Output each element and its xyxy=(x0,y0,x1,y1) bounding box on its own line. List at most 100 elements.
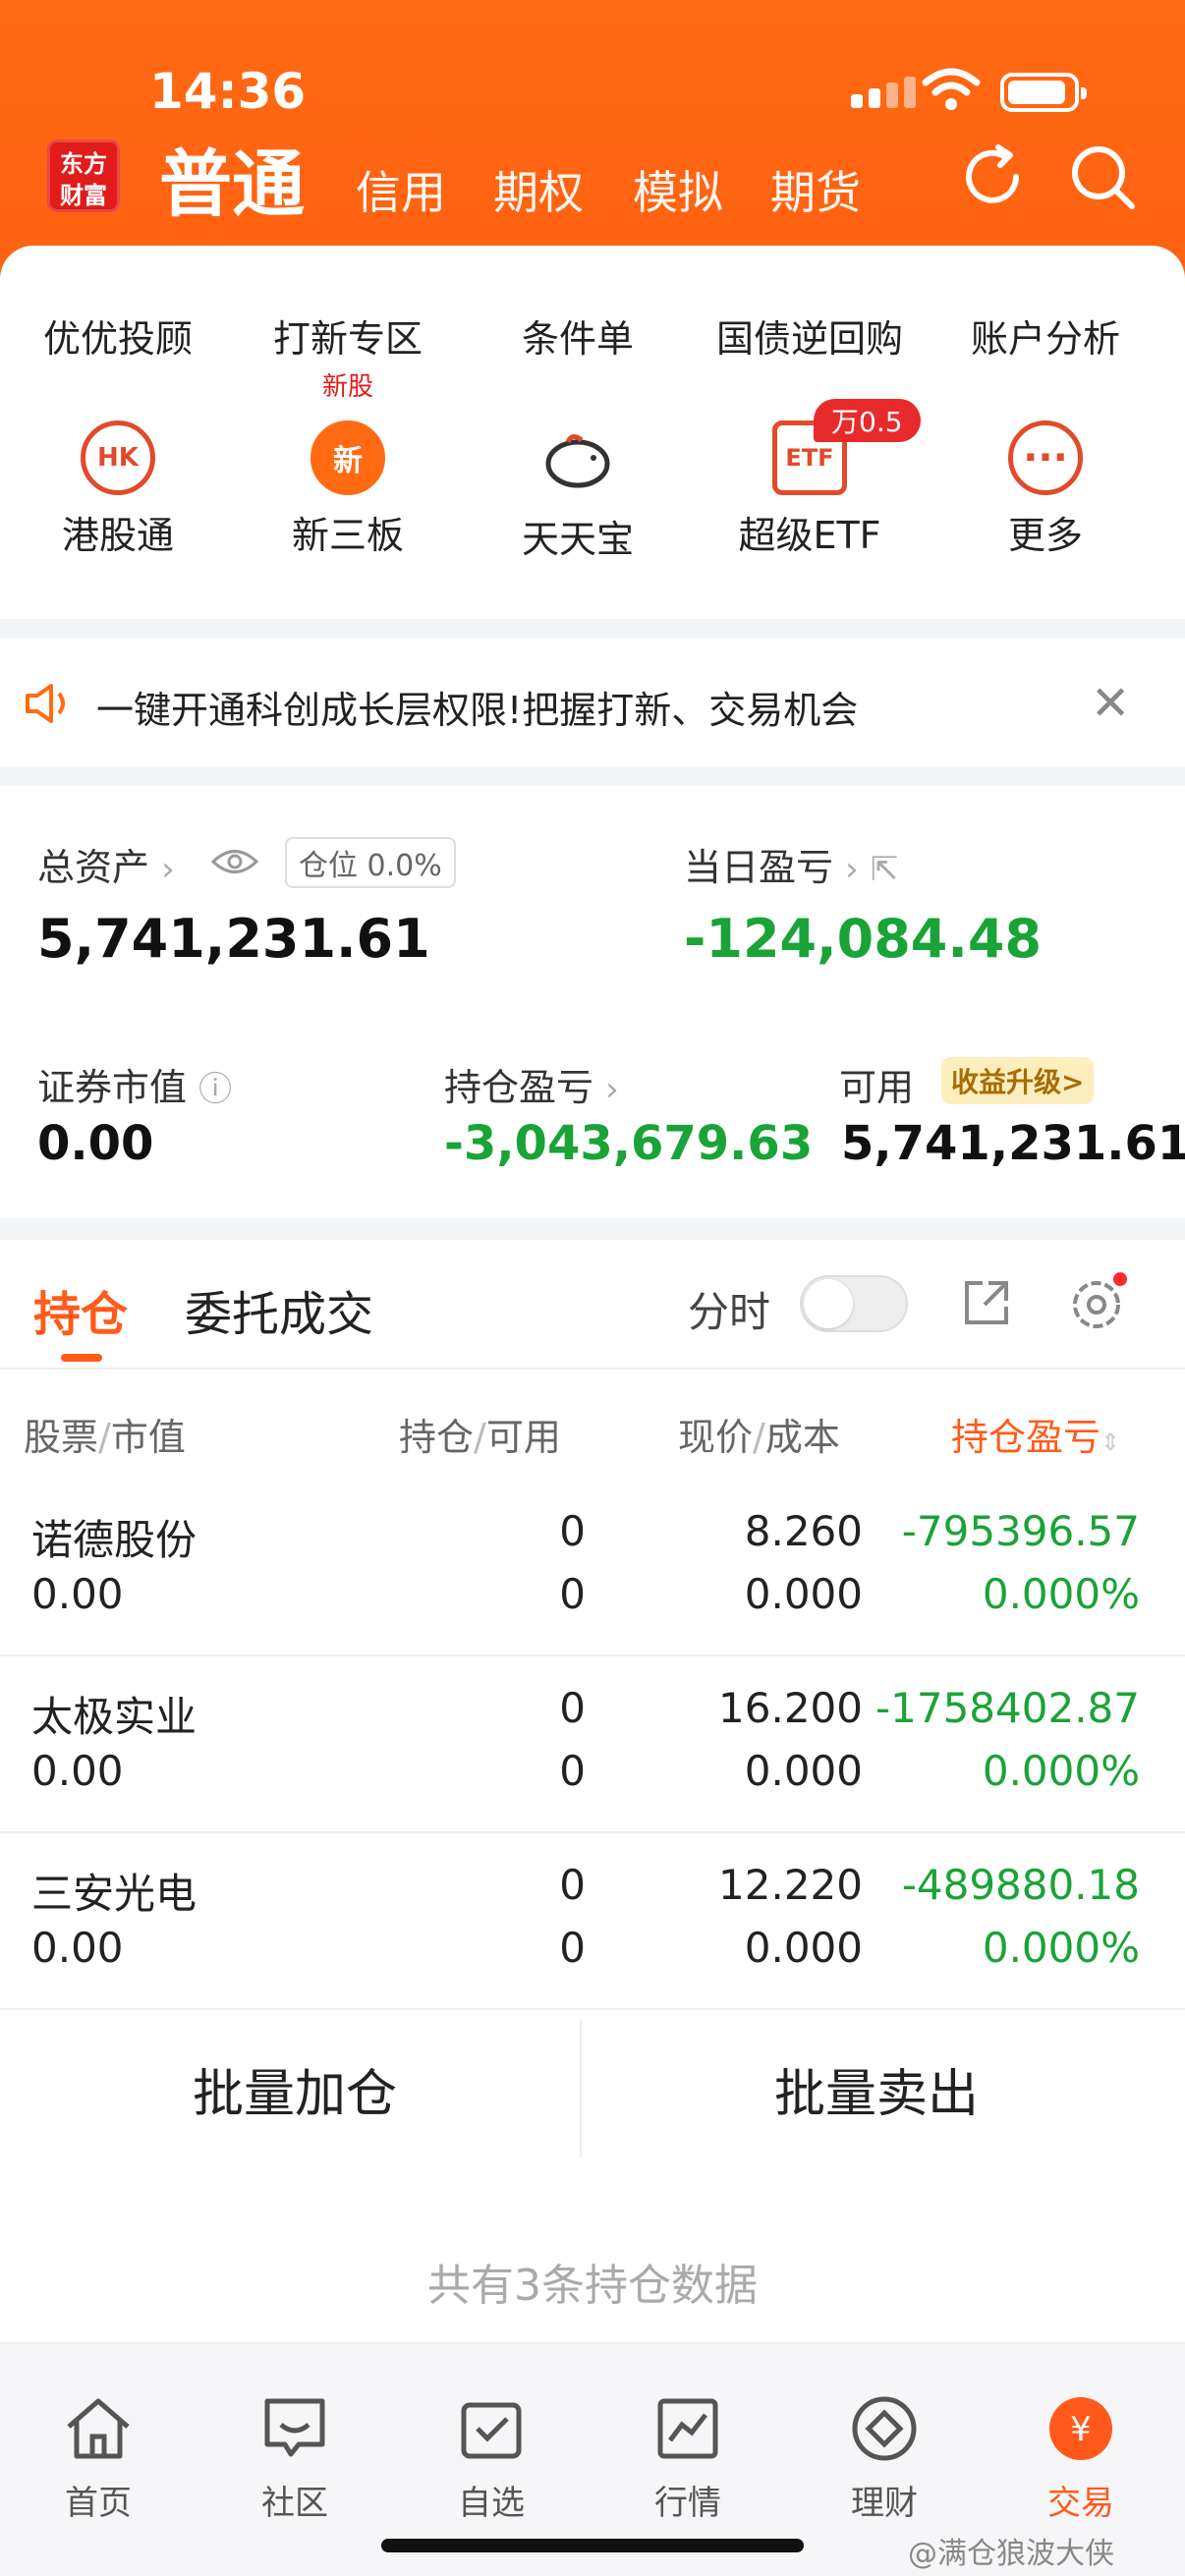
batch-add-button[interactable]: 批量加仓 xyxy=(0,2010,590,2167)
pl-pct-cell: 0.000% xyxy=(982,1570,1140,1618)
section-divider xyxy=(0,766,1185,786)
grid-label: 更多 xyxy=(1007,514,1083,557)
section-divider xyxy=(0,1218,1185,1240)
avail-cell: 0 xyxy=(559,1924,586,1972)
col-holding-header: 持仓/可用 xyxy=(399,1416,561,1459)
home-icon xyxy=(67,2398,130,2459)
hold-cell: 0 xyxy=(559,1507,586,1555)
cost-cell: 0.000 xyxy=(744,1924,863,1972)
total-assets-label[interactable]: 总资产 › xyxy=(37,837,175,891)
nav-home[interactable]: 首页 xyxy=(0,2393,197,2524)
tab-credit[interactable]: 信用 xyxy=(356,157,446,222)
nav-label: 社区 xyxy=(261,2484,328,2523)
piggy-bank-icon xyxy=(545,434,610,488)
chevron-right-icon: › xyxy=(605,1070,619,1109)
status-bar: 14:36 xyxy=(0,0,1185,138)
hold-cell: 0 xyxy=(559,1861,586,1909)
grid-item-reverse-repo[interactable]: 国债逆回购 xyxy=(692,299,928,363)
holding-pl-text: 持仓盈亏 xyxy=(444,1066,594,1109)
intraday-toggle-label: 分时 xyxy=(688,1288,771,1336)
grid-item-more[interactable]: ··· 更多 xyxy=(928,420,1163,559)
nav-trade[interactable]: ¥ 交易 xyxy=(983,2393,1179,2524)
refresh-icon[interactable] xyxy=(955,138,1034,216)
gear-icon[interactable] xyxy=(1065,1269,1130,1334)
wifi-icon xyxy=(922,68,981,110)
eye-icon[interactable] xyxy=(210,845,259,878)
wealth-icon xyxy=(852,2396,917,2461)
holding-pl-label[interactable]: 持仓盈亏 › xyxy=(444,1057,619,1111)
holding-pl-value: -3,043,679.63 xyxy=(444,1116,814,1171)
tab-orders[interactable]: 委托成交 xyxy=(185,1275,373,1344)
notice-bar[interactable]: 一键开通科创成长层权限!把握打新、交易机会 ✕ xyxy=(0,639,1185,766)
stock-name: 太极实业 xyxy=(31,1693,198,1741)
table-row[interactable]: 诺德股份 0.00 0 0 8.260 0.000 -795396.57 0.0… xyxy=(0,1480,1185,1656)
stock-name: 三安光电 xyxy=(31,1870,198,1918)
col-text: 成本 xyxy=(764,1416,840,1459)
nav-market[interactable]: 行情 xyxy=(590,2393,786,2524)
grid-item-neeq[interactable]: 新 新三板 xyxy=(230,420,466,559)
grid-label: 优优投顾 xyxy=(42,317,193,361)
table-row[interactable]: 三安光电 0.00 0 0 12.220 0.000 -489880.18 0.… xyxy=(0,1833,1185,2010)
grid-item-account-analysis[interactable]: 账户分析 xyxy=(928,299,1163,363)
search-icon[interactable] xyxy=(1063,138,1142,216)
position-ratio-pill: 仓位 0.0% xyxy=(285,837,456,888)
grid-item-hk-connect[interactable]: HK 港股通 xyxy=(0,420,236,559)
nav-label: 首页 xyxy=(65,2484,132,2523)
account-type-normal[interactable]: 普通 xyxy=(159,126,305,231)
hk-icon: HK xyxy=(81,420,155,495)
chevron-right-icon: › xyxy=(845,850,859,889)
pl-cell: -489880.18 xyxy=(901,1861,1140,1909)
col-text: 持仓盈亏 xyxy=(951,1416,1101,1459)
nav-watchlist[interactable]: 自选 xyxy=(393,2393,590,2524)
section-divider xyxy=(0,619,1185,639)
col-text: 持仓 xyxy=(399,1416,475,1459)
market-value-cell: 0.00 xyxy=(31,1924,124,1972)
divider xyxy=(0,1368,1185,1370)
tab-futures[interactable]: 期货 xyxy=(770,157,861,222)
grid-label: 港股通 xyxy=(61,514,174,557)
total-assets-text: 总资产 xyxy=(37,846,150,889)
stock-name: 诺德股份 xyxy=(31,1516,198,1564)
col-text: 市值 xyxy=(110,1416,186,1459)
avail-cell: 0 xyxy=(559,1747,586,1795)
nav-label: 行情 xyxy=(654,2484,721,2523)
grid-item-youyou[interactable]: 优优投顾 xyxy=(0,299,236,363)
hold-cell: 0 xyxy=(559,1684,586,1732)
col-text: 股票 xyxy=(24,1416,99,1459)
close-icon[interactable]: ✕ xyxy=(1091,676,1130,731)
help-icon[interactable]: ⓘ xyxy=(198,1070,232,1109)
market-value-label: 证券市值 ⓘ xyxy=(37,1057,232,1111)
grid-item-ipo[interactable]: 打新专区 新股 xyxy=(230,299,466,403)
tab-options[interactable]: 期权 xyxy=(493,157,584,222)
col-pl-header[interactable]: 持仓盈亏⇕ xyxy=(951,1407,1120,1461)
nav-wealth[interactable]: 理财 xyxy=(786,2393,983,2524)
tab-simulated[interactable]: 模拟 xyxy=(633,157,723,222)
trade-yen-icon: ¥ xyxy=(1049,2397,1112,2460)
price-cell: 12.220 xyxy=(718,1861,863,1909)
col-text: 可用 xyxy=(485,1416,561,1459)
positions-count: 共有3条持仓数据 xyxy=(427,2261,758,2311)
col-stock-header: 股票/市值 xyxy=(24,1416,186,1459)
table-row[interactable]: 太极实业 0.00 0 0 16.200 0.000 -1758402.87 0… xyxy=(0,1656,1185,1833)
nav-label: 自选 xyxy=(458,2484,525,2523)
upgrade-badge[interactable]: 收益升级> xyxy=(941,1057,1095,1104)
grid-item-condition-order[interactable]: 条件单 xyxy=(460,299,696,363)
external-link-icon[interactable] xyxy=(959,1275,1014,1330)
grid-item-tiantianbao[interactable]: 天天宝 xyxy=(460,420,696,563)
tab-positions[interactable]: 持仓 xyxy=(33,1275,128,1344)
active-tab-indicator xyxy=(61,1354,102,1362)
share-icon[interactable]: ⇱ xyxy=(871,850,899,889)
batch-sell-button[interactable]: 批量卖出 xyxy=(582,2010,1171,2167)
battery-icon xyxy=(1000,73,1087,112)
neeq-icon: 新 xyxy=(310,420,385,495)
cost-cell: 0.000 xyxy=(744,1747,863,1795)
sort-icon: ⇕ xyxy=(1100,1428,1121,1456)
daily-pl-label[interactable]: 当日盈亏 › ⇱ xyxy=(684,837,898,891)
col-price-header: 现价/成本 xyxy=(678,1416,840,1459)
intraday-toggle[interactable] xyxy=(800,1275,908,1332)
grid-label: 条件单 xyxy=(521,317,634,361)
grid-label: 国债逆回购 xyxy=(715,317,903,361)
nav-label: 理财 xyxy=(851,2484,918,2523)
pl-pct-cell: 0.000% xyxy=(982,1924,1140,1972)
nav-community[interactable]: 社区 xyxy=(197,2393,393,2524)
